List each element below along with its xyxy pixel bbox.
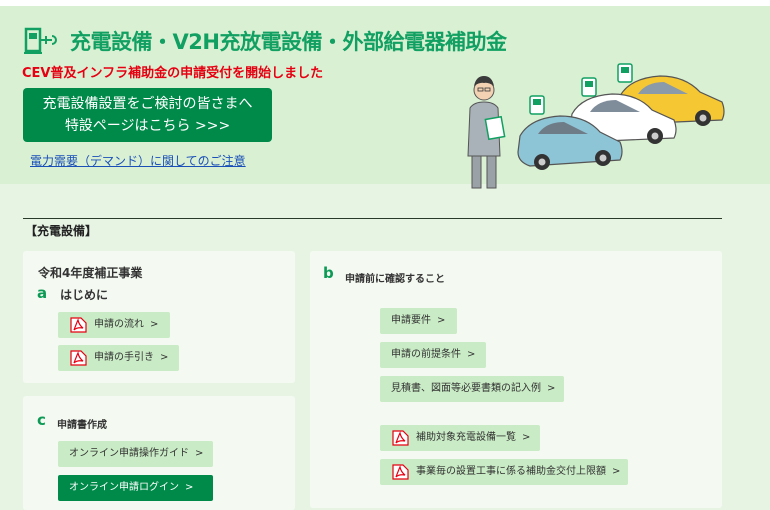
application-flow-button[interactable]: 申請の流れ > <box>58 312 170 338</box>
subsidy-cap-button[interactable]: 事業毎の設置工事に係る補助金交付上限額 > <box>380 459 628 485</box>
chevron-right-icon: > <box>195 448 204 459</box>
card-c-heading: 申請書作成 <box>57 420 107 431</box>
engineer-and-cars-illustration <box>467 63 725 189</box>
section-heading: 【充電設備】 <box>25 224 98 238</box>
button-label: オンライン申請ログイン <box>69 482 179 493</box>
button-label: 申請要件 <box>391 315 431 326</box>
button-label: 事業毎の設置工事に係る補助金交付上限額 <box>416 466 606 477</box>
document-examples-button[interactable]: 見積書、図面等必要書類の記入例 > <box>380 376 564 402</box>
application-guide-button[interactable]: 申請の手引き > <box>58 345 179 371</box>
button-label: 申請の手引き <box>94 352 154 363</box>
chevron-right-icon: > <box>612 466 621 477</box>
card-b-heading: 申請前に確認すること <box>345 274 445 285</box>
step-letter-c: c <box>37 411 46 429</box>
prerequisites-button[interactable]: 申請の前提条件 > <box>380 342 486 368</box>
announcement-text: CEV普及インフラ補助金の申請受付を開始しました <box>22 66 324 81</box>
engineer-person-icon <box>467 76 506 189</box>
cta-line-1: 充電設備設置をご検討の皆さまへ <box>42 96 253 112</box>
online-application-login-button[interactable]: オンライン申請ログイン > <box>58 475 213 501</box>
pdf-icon <box>392 430 409 446</box>
section-divider <box>23 218 722 219</box>
hero-banner: 充電設備・V2H充放電設備・外部給電器補助金 CEV普及インフラ補助金の申請受付… <box>0 6 770 189</box>
button-label: 補助対象充電設備一覧 <box>416 432 516 443</box>
application-requirements-button[interactable]: 申請要件 > <box>380 308 457 334</box>
special-page-button[interactable]: 充電設備設置をご検討の皆さまへ 特設ページはこちら >>> <box>23 88 272 142</box>
button-label: 見積書、図面等必要書類の記入例 <box>391 383 541 394</box>
chevron-right-icon: > <box>547 383 556 394</box>
button-label: 申請の前提条件 <box>391 349 461 360</box>
chevron-right-icon: > <box>522 432 531 443</box>
step-letter-b: b <box>323 264 334 282</box>
chevron-right-icon: > <box>160 352 169 363</box>
chevron-right-icon: > <box>150 319 159 330</box>
chevron-right-icon: > <box>437 315 446 326</box>
button-label: 申請の流れ <box>94 319 144 330</box>
chevron-right-icon: > <box>467 349 476 360</box>
online-application-guide-button[interactable]: オンライン申請操作ガイド > <box>58 441 213 467</box>
pdf-icon <box>70 317 87 333</box>
step-letter-a: a <box>37 284 48 302</box>
fiscal-year-label: 令和4年度補正事業 <box>38 266 143 280</box>
pdf-icon <box>70 350 87 366</box>
button-label: オンライン申請操作ガイド <box>69 448 189 459</box>
charger-logo-icon <box>24 27 57 54</box>
cta-line-2: 特設ページはこちら >>> <box>64 118 231 134</box>
demand-notice-link[interactable]: 電力需要（デマンド）に関してのご注意 <box>30 152 246 169</box>
pdf-icon <box>392 464 409 480</box>
page-title: 充電設備・V2H充放電設備・外部給電器補助金 <box>70 30 507 54</box>
chevron-right-icon: > <box>185 482 194 493</box>
card-a-heading: はじめに <box>60 288 109 302</box>
eligible-equipment-list-button[interactable]: 補助対象充電設備一覧 > <box>380 425 540 451</box>
